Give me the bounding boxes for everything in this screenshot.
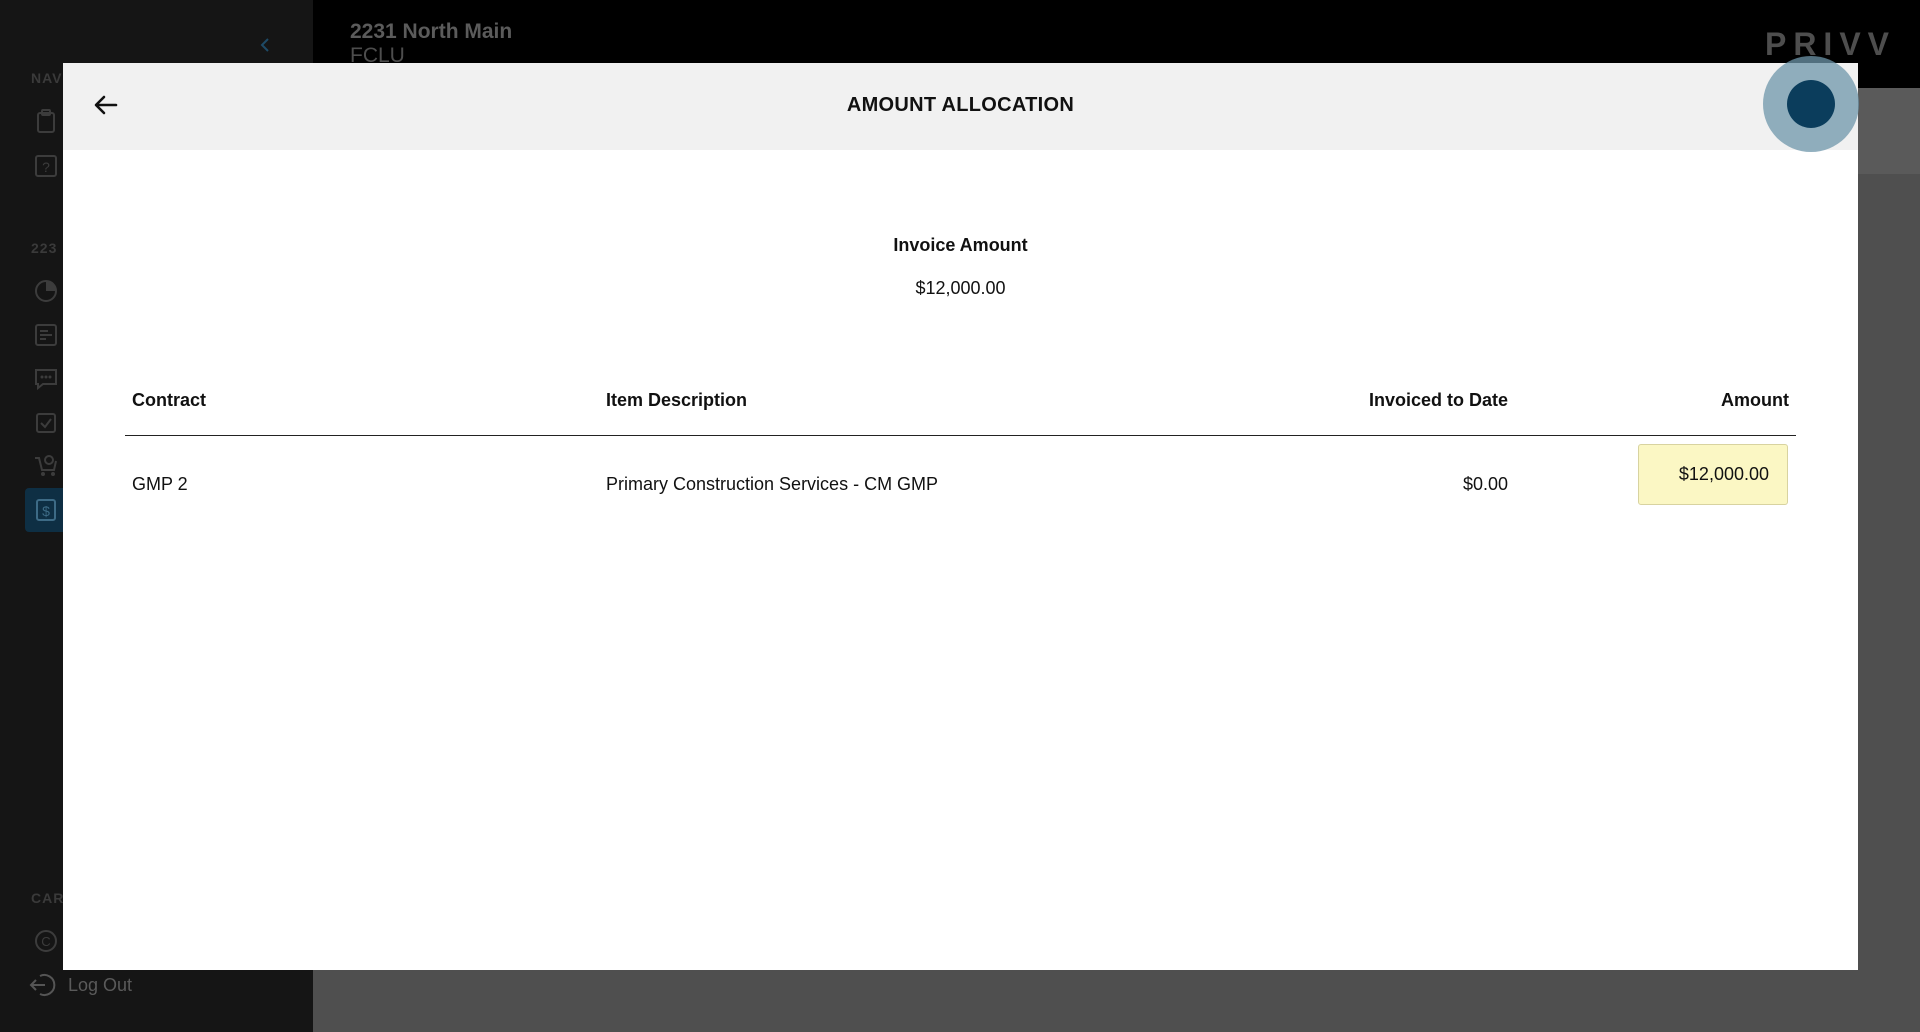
cursor-indicator: [1787, 80, 1835, 128]
column-header-contract: Contract: [132, 390, 207, 410]
logout-icon: [29, 974, 56, 996]
amount-allocation-modal: AMOUNT ALLOCATION Invoice Amount $12,000…: [63, 63, 1858, 970]
help-icon[interactable]: ?: [33, 153, 59, 179]
svg-text:?: ?: [42, 159, 50, 175]
logout-button[interactable]: Log Out: [28, 970, 132, 1000]
sidebar-section-nav: NAV: [31, 70, 63, 86]
column-header-amount: Amount: [1721, 390, 1789, 410]
copyright-icon[interactable]: C: [33, 928, 59, 954]
column-header-description: Item Description: [606, 390, 748, 410]
invoice-amount-value: $12,000.00: [915, 278, 1006, 298]
comments-icon[interactable]: [33, 366, 59, 392]
cell-invoiced: $0.00: [1462, 474, 1508, 494]
sidebar-section-project: 223: [31, 240, 58, 256]
svg-text:C: C: [41, 934, 50, 949]
document-list-icon[interactable]: [33, 322, 59, 348]
modal-title: AMOUNT ALLOCATION: [846, 94, 1075, 116]
checkbox-icon[interactable]: [33, 410, 59, 436]
svg-text:$: $: [42, 503, 50, 519]
sidebar-section-care: CAR: [31, 890, 65, 906]
collapse-sidebar-icon[interactable]: [258, 36, 272, 54]
cell-contract: GMP 2: [132, 474, 188, 494]
pie-chart-icon[interactable]: [33, 278, 59, 304]
invoice-amount-label: Invoice Amount: [893, 235, 1028, 255]
column-header-invoiced: Invoiced to Date: [1368, 390, 1508, 410]
clipboard-icon[interactable]: [33, 108, 59, 134]
table-header-divider: [125, 435, 1796, 436]
amount-input[interactable]: [1638, 444, 1788, 505]
invoice-dollar-icon[interactable]: $: [33, 497, 59, 523]
modal-header: AMOUNT ALLOCATION: [63, 63, 1858, 150]
cell-description: Primary Construction Services - CM GMP: [606, 474, 939, 494]
cart-settings-icon[interactable]: [33, 452, 59, 478]
brand-logo: PRIVV: [1764, 26, 1896, 62]
logout-label: Log Out: [68, 974, 133, 995]
project-title: 2231 North Main: [350, 20, 513, 43]
